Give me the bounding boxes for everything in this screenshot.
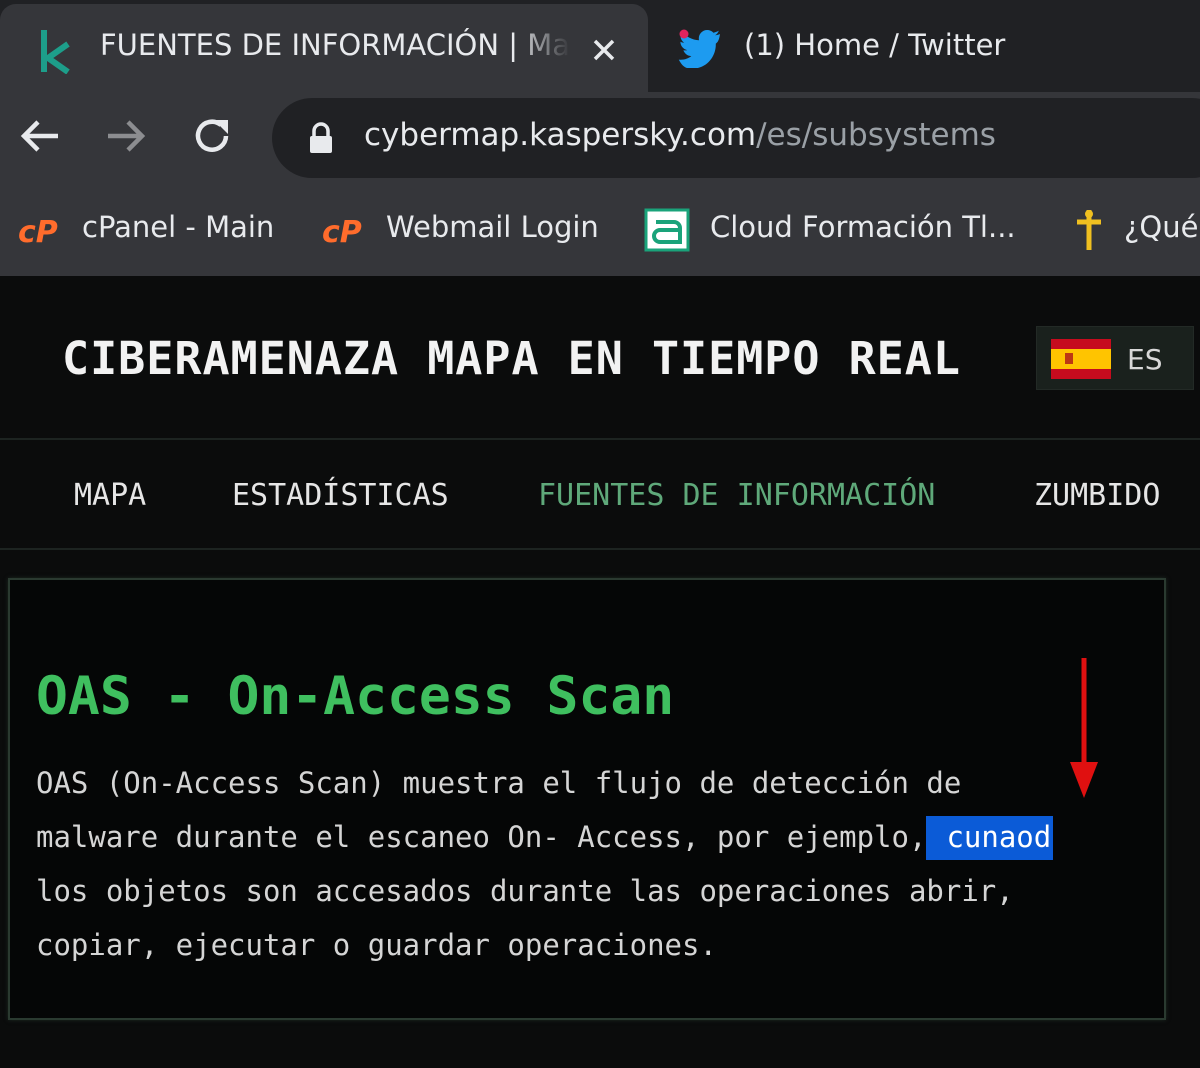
- address-bar[interactable]: cybermap.kaspersky.com/es/subsystems: [272, 98, 1200, 178]
- tab-twitter[interactable]: (1) Home / Twitter: [648, 4, 1200, 92]
- description-line: copiar, ejecutar o guardar operaciones.: [36, 928, 717, 962]
- description-line: los objetos son accesados durante las op…: [36, 874, 1014, 908]
- forward-arrow-icon[interactable]: [104, 114, 148, 158]
- language-code: ES: [1127, 343, 1163, 376]
- cloud-formacion-icon: [644, 208, 690, 252]
- cross-icon: [1077, 210, 1101, 250]
- nav-item-fuentes[interactable]: FUENTES DE INFORMACIÓN: [538, 478, 935, 513]
- svg-text:cP: cP: [18, 215, 58, 248]
- browser-toolbar: cybermap.kaspersky.com/es/subsystems: [0, 92, 1200, 192]
- site-title: CIBERAMENAZA MAPA EN TIEMPO REAL: [62, 332, 961, 385]
- tab-kaspersky[interactable]: FUENTES DE INFORMACIÓN | Mapa: [0, 4, 648, 92]
- card-description: OAS (On-Access Scan) muestra el flujo de…: [36, 756, 1156, 972]
- web-page: CIBERAMENAZA MAPA EN TIEMPO REAL ES MAPA…: [0, 276, 1200, 1068]
- svg-text:cP: cP: [322, 215, 362, 248]
- close-icon[interactable]: [588, 34, 620, 66]
- lock-icon[interactable]: [308, 122, 334, 154]
- bookmarks-bar: cP cPanel - Main cP Webmail Login Cloud …: [0, 192, 1200, 276]
- card-heading: OAS - On-Access Scan: [36, 666, 675, 727]
- kaspersky-k-icon: [41, 30, 70, 74]
- url-text: cybermap.kaspersky.com/es/subsystems: [364, 117, 996, 153]
- spain-flag-icon: [1051, 339, 1111, 379]
- annotation-arrow-icon: [1070, 658, 1098, 798]
- highlighted-word: cunaod: [926, 816, 1054, 860]
- nav-item-estadisticas[interactable]: ESTADÍSTICAS: [232, 478, 449, 513]
- nav-item-mapa[interactable]: MAPA: [74, 478, 146, 513]
- site-nav: MAPA ESTADÍSTICAS FUENTES DE INFORMACIÓN…: [0, 442, 1200, 550]
- reload-icon[interactable]: [190, 114, 234, 158]
- twitter-bird-icon: [678, 29, 720, 68]
- nav-item-zumbido[interactable]: ZUMBIDO: [1034, 478, 1160, 513]
- language-selector[interactable]: ES: [1036, 326, 1194, 390]
- tab-title: (1) Home / Twitter: [744, 28, 1006, 62]
- site-header: CIBERAMENAZA MAPA EN TIEMPO REAL ES: [0, 276, 1200, 440]
- tab-title: FUENTES DE INFORMACIÓN | Mapa: [100, 28, 570, 62]
- tab-strip: FUENTES DE INFORMACIÓN | Mapa (1) Home /…: [0, 0, 1200, 92]
- cpanel-icon: cP: [18, 215, 58, 248]
- back-arrow-icon[interactable]: [18, 114, 62, 158]
- info-card: OAS - On-Access Scan OAS (On-Access Scan…: [8, 578, 1166, 1020]
- description-line: OAS (On-Access Scan) muestra el flujo de…: [36, 766, 962, 800]
- description-line: malware durante el escaneo On- Access, p…: [36, 810, 1156, 864]
- cpanel-icon: cP: [322, 215, 362, 248]
